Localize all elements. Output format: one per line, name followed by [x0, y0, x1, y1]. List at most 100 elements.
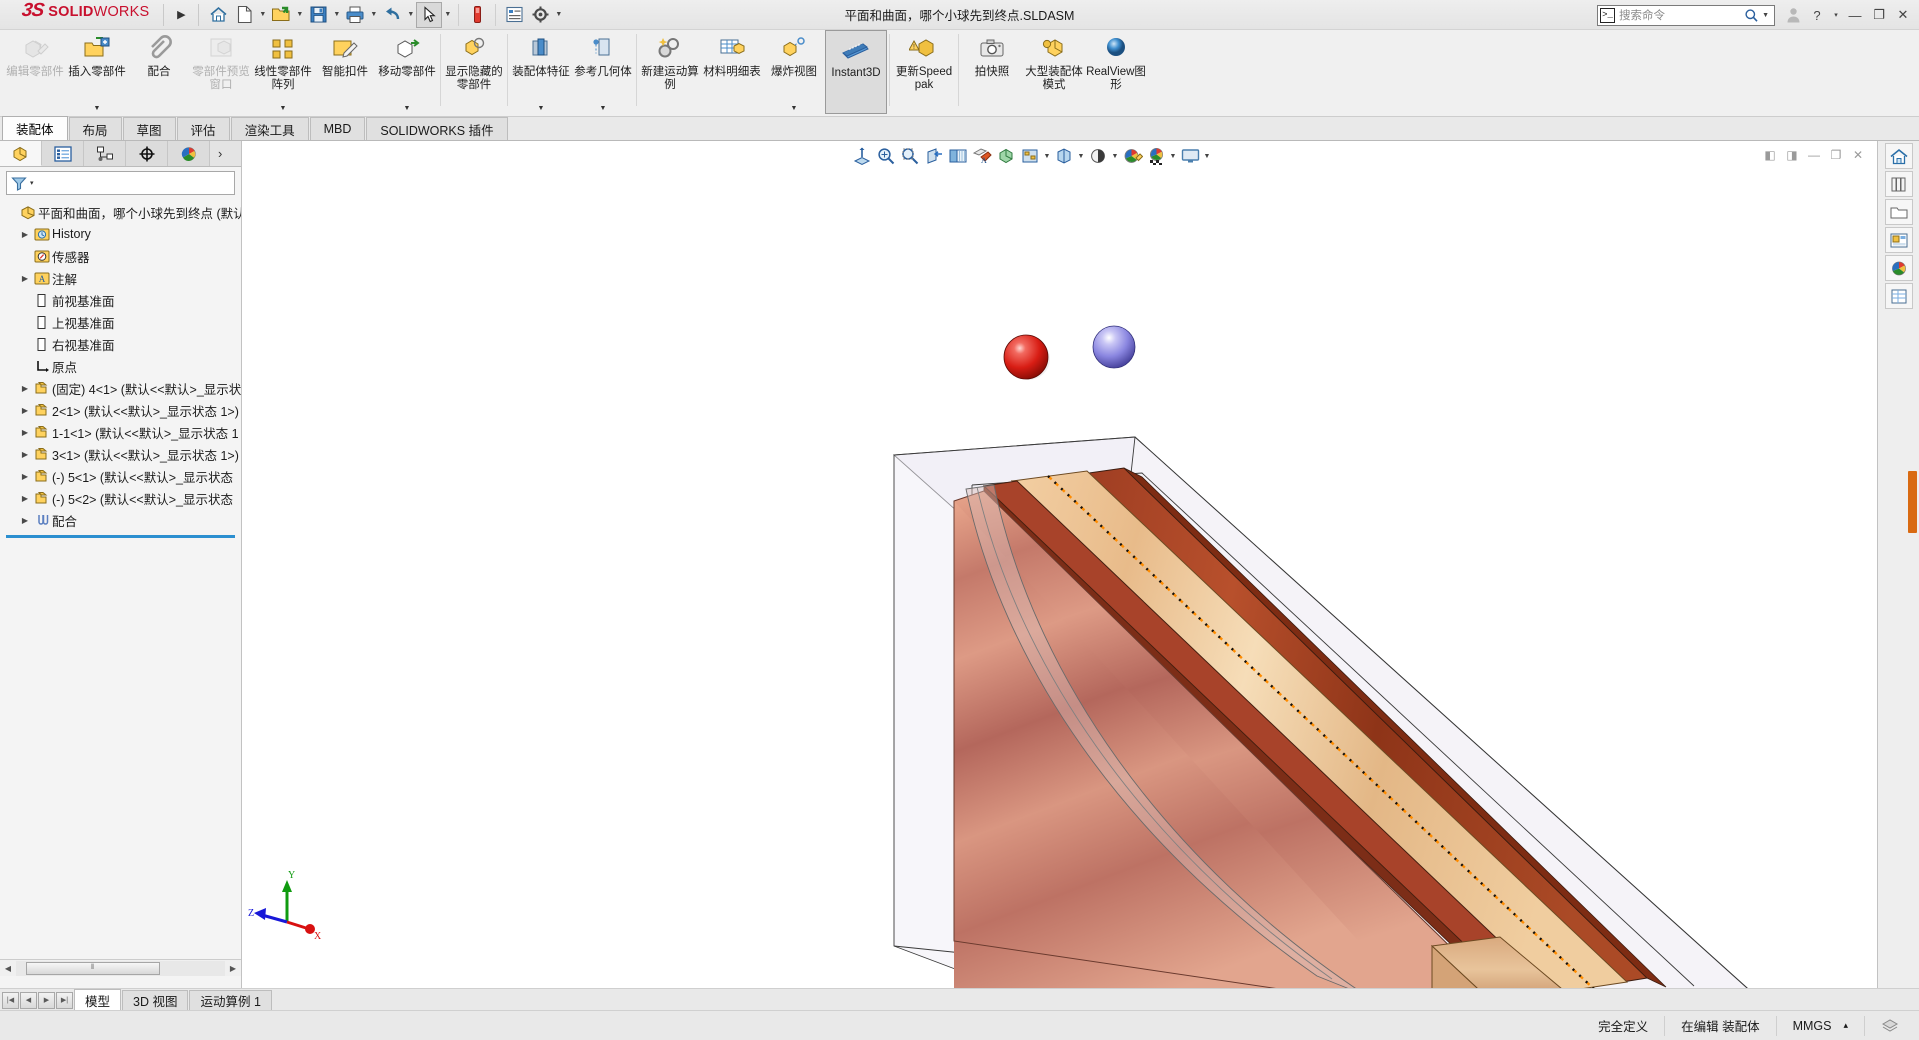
ribbon-dropdown-caret-icon[interactable]: ▼	[600, 105, 607, 112]
display-monitor-icon[interactable]	[1178, 144, 1202, 168]
edit-appearance-icon[interactable]	[1086, 144, 1110, 168]
file-properties-icon[interactable]	[501, 2, 527, 28]
display-style-icon[interactable]: A	[970, 144, 994, 168]
tab-assembly[interactable]: 装配体	[2, 116, 68, 140]
options-caret-icon[interactable]: ▼	[553, 2, 564, 28]
help-caret-icon[interactable]: ▾	[1829, 2, 1843, 28]
custom-properties-icon[interactable]	[1884, 283, 1913, 309]
bottom-tab-3d-views[interactable]: 3D 视图	[122, 990, 189, 1010]
design-library-icon[interactable]	[1884, 171, 1913, 197]
ribbon-dropdown-caret-icon[interactable]: ▼	[94, 105, 101, 112]
open-caret-icon[interactable]: ▼	[294, 2, 305, 28]
scene-caret-icon[interactable]: ▼	[1168, 144, 1178, 168]
tree-item-component-5-1[interactable]: ▶ (-) 5<1> (默认<<默认>_显示状态	[4, 465, 241, 487]
ribbon-bill-of-materials[interactable]: 材料明细表	[701, 30, 763, 114]
tree-horizontal-scrollbar[interactable]: ◀ ⦀ ▶	[0, 959, 241, 976]
scroll-thumb[interactable]: ⦀	[26, 961, 160, 975]
feature-manager-tree-tab[interactable]	[0, 141, 42, 166]
ribbon-move-component[interactable]: 移动零部件 ▼	[376, 30, 438, 114]
search-input[interactable]: >_ 搜索命令 ▼	[1597, 4, 1775, 26]
document-minimize-button[interactable]: —	[1803, 145, 1825, 165]
ribbon-exploded-view[interactable]: 爆炸视图 ▼	[763, 30, 825, 114]
filter-caret-icon[interactable]: ▾	[30, 179, 34, 187]
open-folder-icon[interactable]	[268, 2, 294, 28]
scene-checker-icon[interactable]	[1144, 144, 1168, 168]
tree-item-component-3[interactable]: ▶ 3<1> (默认<<默认>_显示状态 1>)	[4, 443, 241, 465]
tree-item-mates[interactable]: ▶ 配合	[4, 509, 241, 531]
status-units[interactable]: MMGS ▴	[1775, 1015, 1864, 1036]
tree-item-annotations[interactable]: ▶ A 注解	[4, 267, 241, 289]
expand-arrow-icon[interactable]: ▶	[18, 494, 32, 503]
ribbon-dropdown-caret-icon[interactable]: ▼	[791, 105, 798, 112]
hide-show-items-icon[interactable]	[994, 144, 1018, 168]
home-task-icon[interactable]	[1884, 143, 1913, 169]
select-cursor-icon[interactable]	[416, 1, 443, 28]
tree-item-history[interactable]: ▶ History	[4, 223, 241, 245]
expand-arrow-icon[interactable]: ▶	[18, 384, 32, 393]
tree-filter-input[interactable]: ▾	[6, 171, 235, 195]
more-tabs-chevron-right-icon[interactable]: ›	[210, 141, 241, 166]
tree-item-component-5-2[interactable]: ▶ (-) 5<2> (默认<<默认>_显示状态	[4, 487, 241, 509]
viewport-vertical-scrollbar[interactable]	[1908, 471, 1917, 533]
ribbon-smart-fastener[interactable]: 智能扣件	[314, 30, 376, 114]
tree-item-right-plane[interactable]: 右视基准面	[4, 333, 241, 355]
tree-rollback-bar[interactable]	[6, 535, 235, 538]
dock-left-button[interactable]: ◧	[1759, 145, 1781, 165]
ribbon-mate[interactable]: 配合	[128, 30, 190, 114]
home-icon[interactable]	[205, 2, 231, 28]
undo-icon[interactable]	[379, 2, 405, 28]
help-button[interactable]: ?	[1805, 2, 1829, 28]
scroll-track[interactable]: ⦀	[16, 960, 225, 976]
nav-last-icon[interactable]: ▶|	[56, 991, 73, 1009]
minimize-button[interactable]: —	[1843, 2, 1867, 28]
tree-item-front-plane[interactable]: 前视基准面	[4, 289, 241, 311]
ribbon-instant3d[interactable]: Instant3D	[825, 30, 887, 114]
tree-item-sensors[interactable]: 传感器	[4, 245, 241, 267]
user-account-icon[interactable]	[1781, 2, 1805, 28]
dock-right-button[interactable]: ◨	[1781, 145, 1803, 165]
tab-mbd[interactable]: MBD	[309, 117, 366, 140]
tree-item-top-plane[interactable]: 上视基准面	[4, 311, 241, 333]
print-icon[interactable]	[342, 2, 368, 28]
nav-prev-icon[interactable]: ◀	[20, 991, 37, 1009]
new-document-caret-icon[interactable]: ▼	[257, 2, 268, 28]
save-caret-icon[interactable]: ▼	[331, 2, 342, 28]
ribbon-insert-component[interactable]: 插入零部件 ▼	[66, 30, 128, 114]
expand-arrow-icon[interactable]: ▶	[18, 406, 32, 415]
select-caret-icon[interactable]: ▼	[442, 2, 453, 28]
ribbon-dropdown-caret-icon[interactable]: ▼	[280, 105, 287, 112]
tab-evaluate[interactable]: 评估	[176, 117, 230, 140]
new-document-icon[interactable]	[231, 2, 257, 28]
edit-appearance-caret-icon[interactable]: ▼	[1110, 144, 1120, 168]
configuration-manager-tab[interactable]	[84, 141, 126, 166]
apply-scene-caret-icon[interactable]: ▼	[1042, 144, 1052, 168]
undo-caret-icon[interactable]: ▼	[405, 2, 416, 28]
appearances-scenes-icon[interactable]	[1884, 255, 1913, 281]
scroll-left-arrow-icon[interactable]: ◀	[0, 964, 16, 973]
ribbon-component-preview[interactable]: 零部件预览窗口	[190, 30, 252, 114]
view-settings-caret-icon[interactable]: ▼	[1076, 144, 1086, 168]
view-settings-icon[interactable]	[1052, 144, 1076, 168]
zoom-to-area-icon[interactable]	[874, 144, 898, 168]
menu-expand-arrow-icon[interactable]: ▶	[170, 2, 192, 28]
tab-layout[interactable]: 布局	[68, 117, 122, 140]
nav-first-icon[interactable]: |◀	[2, 991, 19, 1009]
save-icon[interactable]	[305, 2, 331, 28]
ribbon-reference-geometry[interactable]: 参考几何体 ▼	[572, 30, 634, 114]
tree-item-component-1-1[interactable]: ▶ 1-1<1> (默认<<默认>_显示状态 1	[4, 421, 241, 443]
tab-sketch[interactable]: 草图	[122, 117, 176, 140]
document-restore-button[interactable]: ❐	[1825, 145, 1847, 165]
ribbon-new-motion-study[interactable]: 新建运动算例	[639, 30, 701, 114]
search-caret-icon[interactable]: ▼	[1759, 12, 1772, 19]
scroll-right-arrow-icon[interactable]: ▶	[225, 964, 241, 973]
property-manager-tab[interactable]	[42, 141, 84, 166]
expand-arrow-icon[interactable]: ▶	[18, 428, 32, 437]
ribbon-show-hidden-components[interactable]: 显示隐藏的零部件	[443, 30, 505, 114]
tree-item-component-4[interactable]: ▶ (固定) 4<1> (默认<<默认>_显示状	[4, 377, 241, 399]
expand-arrow-icon[interactable]: ▶	[18, 274, 32, 283]
bottom-tab-model[interactable]: 模型	[74, 989, 122, 1010]
tab-render-tools[interactable]: 渲染工具	[230, 117, 309, 140]
view-orientation-icon[interactable]	[946, 144, 970, 168]
apply-scene-icon[interactable]	[1018, 144, 1042, 168]
bottom-tab-motion-study[interactable]: 运动算例 1	[189, 990, 272, 1010]
